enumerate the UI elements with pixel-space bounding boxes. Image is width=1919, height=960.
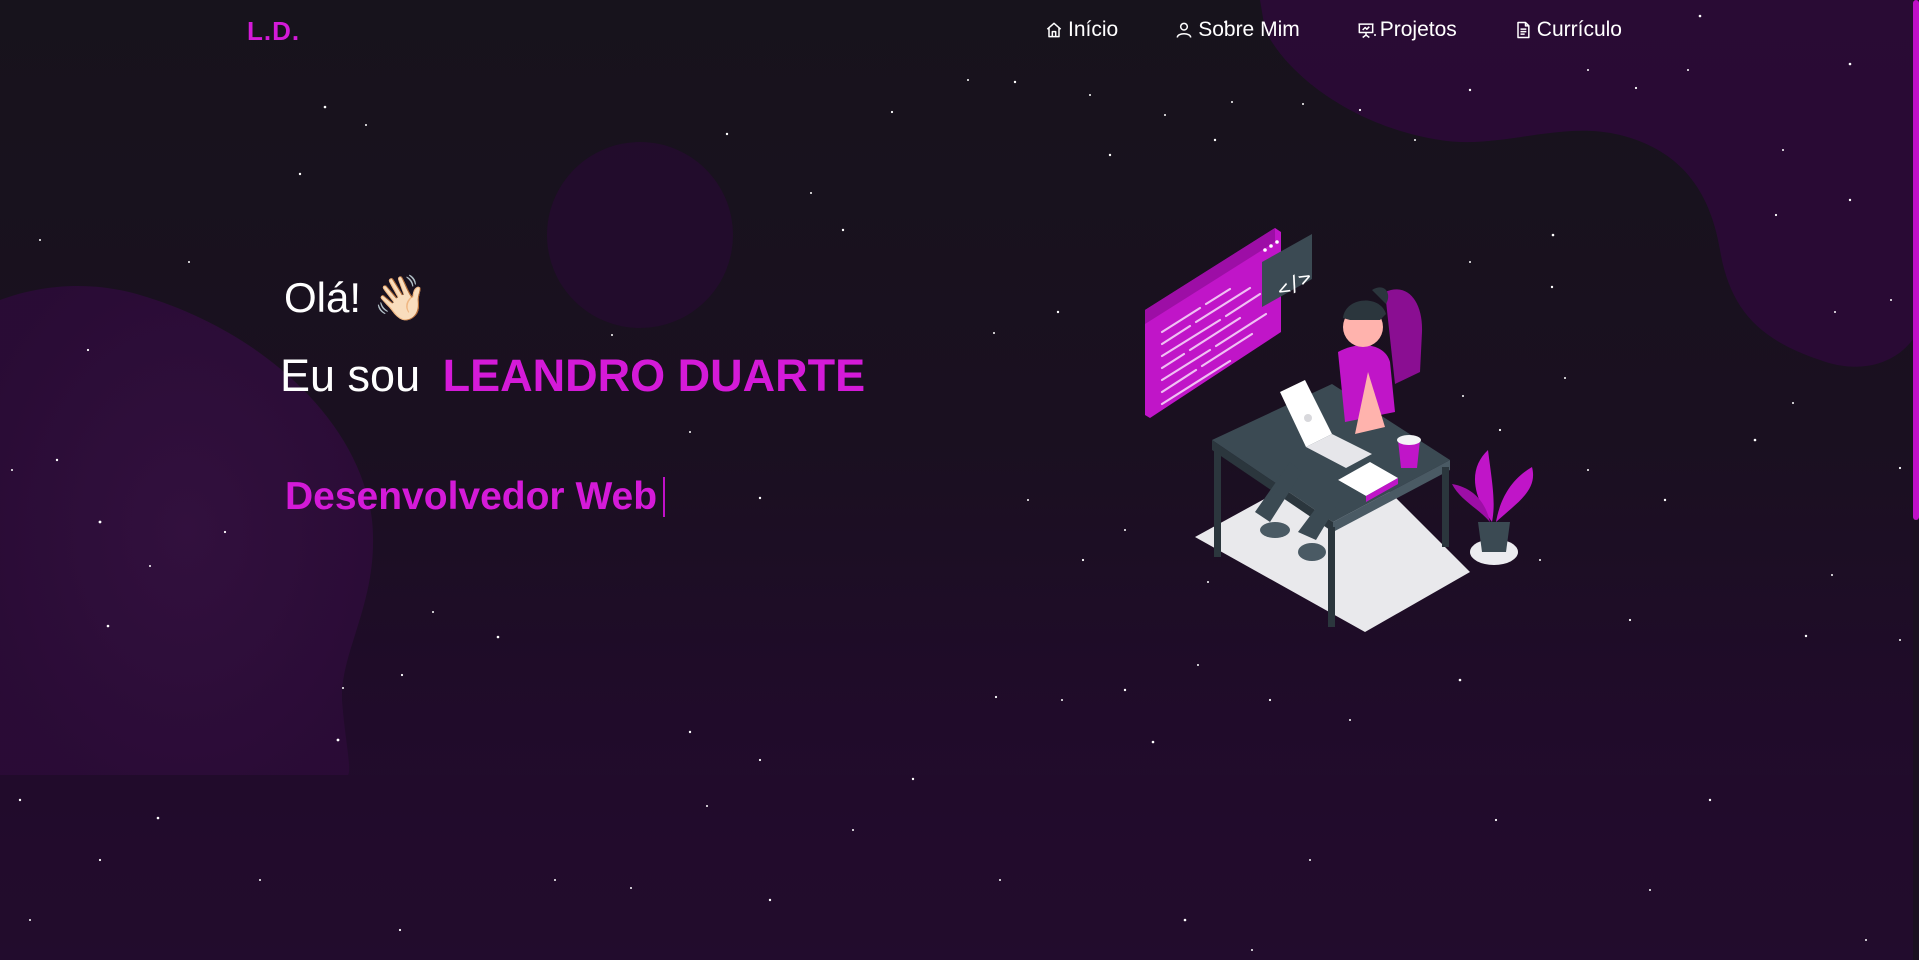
nav-link-curriculo[interactable]: Currículo	[1513, 18, 1622, 42]
intro-text: Eu sou	[280, 350, 421, 401]
nav-link-inicio[interactable]: Início	[1044, 18, 1118, 42]
user-icon	[1176, 22, 1192, 38]
waving-hand-icon: 👋🏻	[373, 274, 428, 323]
home-icon	[1046, 22, 1062, 38]
plant-graphic	[1452, 450, 1534, 565]
typing-caret	[663, 477, 666, 517]
nav-link-sobre-mim[interactable]: Sobre Mim	[1174, 18, 1300, 42]
hero-name: LEANDRO DUARTE	[442, 350, 866, 401]
document-icon	[1517, 21, 1530, 39]
scrollbar-thumb[interactable]	[1913, 0, 1919, 520]
navbar: L.D. Início Sobre Mim Projetos Currículo	[0, 0, 1919, 64]
logo[interactable]: L.D.	[247, 16, 300, 47]
hero-greeting: Olá! 👋🏻	[284, 272, 428, 324]
nav-label-curriculo: Currículo	[1536, 18, 1622, 41]
scrollbar[interactable]	[1913, 0, 1919, 960]
nav-label-projetos: Projetos	[1379, 18, 1457, 41]
role-text: Desenvolvedor Web	[285, 475, 658, 518]
nav-label-sobre-mim: Sobre Mim	[1198, 18, 1300, 41]
nav-links: Início Sobre Mim Projetos Currículo	[1044, 18, 1622, 42]
cup-graphic	[1397, 435, 1421, 468]
presentation-icon	[1358, 23, 1374, 39]
hero-intro: Eu sou LEANDRO DUARTE	[280, 350, 865, 402]
greeting-text: Olá!	[284, 274, 362, 321]
developer-illustration: </>	[1145, 228, 1534, 632]
hero-role: Desenvolvedor Web	[285, 475, 666, 519]
nav-link-projetos[interactable]: Projetos	[1356, 18, 1457, 42]
nav-label-inicio: Início	[1068, 18, 1119, 41]
